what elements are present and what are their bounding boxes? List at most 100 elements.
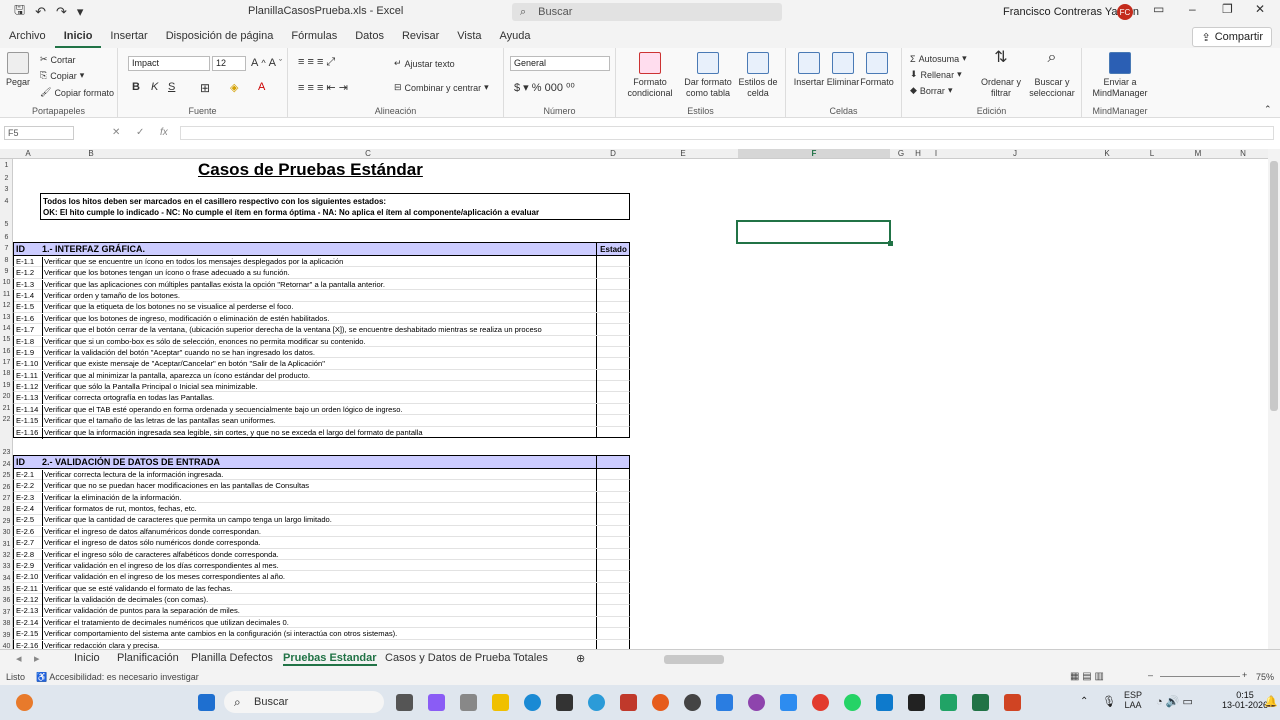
table-row[interactable]: E-2.6 Verificar el ingreso de datos alfan… [13, 525, 630, 538]
worksheet[interactable]: Casos de Pruebas Estándar Todos los hito… [13, 159, 1268, 649]
status-cell[interactable] [596, 381, 630, 393]
table-row[interactable]: E-2.10 Verificar validación en el ingreso… [13, 571, 630, 584]
tray-chevron-icon[interactable]: ⌃ [1080, 696, 1088, 707]
status-cell[interactable] [596, 571, 630, 583]
tab-insertar[interactable]: Insertar [101, 24, 156, 48]
weather-icon[interactable] [16, 694, 33, 711]
row-header[interactable]: 30 [0, 529, 13, 536]
table-row[interactable]: E-1.15 Verificar que el tamaño de las let… [13, 415, 630, 428]
widgets-icon[interactable] [460, 694, 477, 711]
column-header[interactable]: A [23, 149, 33, 158]
undo-icon[interactable]: ↶ [35, 4, 46, 20]
bold-button[interactable]: B [132, 81, 140, 93]
copilot-icon[interactable] [428, 694, 445, 711]
status-cell[interactable] [596, 324, 630, 336]
table-row[interactable]: E-1.11 Verificar que al minimizar la pant… [13, 369, 630, 382]
app-icon[interactable] [940, 694, 957, 711]
status-cell[interactable] [596, 639, 630, 649]
row-header[interactable]: 35 [0, 586, 13, 593]
status-cell[interactable] [596, 537, 630, 549]
fill-color-icon[interactable]: ◈ [230, 81, 238, 94]
tab-inicio[interactable]: Inicio [54, 24, 102, 48]
status-cell[interactable] [596, 514, 630, 526]
status-cell[interactable] [596, 628, 630, 640]
row-header[interactable]: 36 [0, 597, 13, 604]
whatsapp-icon[interactable] [844, 694, 861, 711]
column-header[interactable]: H [913, 149, 923, 158]
row-header[interactable]: 15 [0, 336, 13, 343]
cancel-icon[interactable]: ✕ [112, 127, 120, 138]
start-icon[interactable] [198, 694, 215, 711]
save-icon[interactable]: 🖫 [14, 1, 25, 23]
zoom-in-icon[interactable]: + [1242, 670, 1247, 680]
excel-icon[interactable] [972, 694, 989, 711]
italic-button[interactable]: K [151, 81, 158, 93]
table-row[interactable]: E-1.7 Verificar que el botón cerrar de la… [13, 324, 630, 337]
status-cell[interactable] [596, 392, 630, 404]
status-cell[interactable] [596, 616, 630, 628]
column-header[interactable]: M [1193, 149, 1203, 158]
office-icon[interactable] [620, 694, 637, 711]
status-cell[interactable] [596, 301, 630, 313]
table-row[interactable]: E-1.16 Verificar que la información ingre… [13, 426, 630, 439]
selected-cell[interactable] [736, 220, 891, 244]
row-header[interactable]: 21 [0, 405, 13, 412]
column-header[interactable]: L [1147, 149, 1157, 158]
format-as-table-button[interactable]: Dar formato como tabla [680, 52, 736, 99]
row-header[interactable]: 24 [0, 461, 13, 468]
app-icon[interactable] [652, 694, 669, 711]
horizontal-scroll-thumb[interactable] [664, 655, 724, 664]
clear-button[interactable]: ◆ Borrar ▾ [910, 85, 952, 96]
column-header[interactable]: E [678, 149, 688, 158]
table-row[interactable]: E-1.10 Verificar que existe mensaje de "A… [13, 358, 630, 371]
column-header[interactable]: D [608, 149, 618, 158]
column-header[interactable]: F [738, 149, 890, 158]
row-header[interactable]: 3 [0, 186, 13, 193]
scroll-thumb[interactable] [1270, 161, 1278, 411]
row-header[interactable]: 19 [0, 382, 13, 389]
table-row[interactable]: E-1.13 Verificar correcta ortografía en t… [13, 392, 630, 405]
sort-filter-button[interactable]: ⇅ Ordenar y filtrar [978, 50, 1024, 99]
sheet-tab-pruebas-estandar[interactable]: Pruebas Estandar [283, 652, 377, 666]
row-header[interactable]: 1 [0, 162, 13, 169]
table-row[interactable]: E-2.4 Verificar formatos de rut, montos, … [13, 503, 630, 516]
sheet-tab-inicio[interactable]: Inicio [74, 652, 100, 664]
status-cell[interactable] [596, 582, 630, 594]
status-cell[interactable] [596, 346, 630, 358]
row-header[interactable]: 14 [0, 325, 13, 332]
tab-vista[interactable]: Vista [448, 24, 490, 48]
app-icon[interactable] [716, 694, 733, 711]
status-cell[interactable] [596, 403, 630, 415]
taskbar-search[interactable]: Buscar [224, 691, 384, 713]
delete-cells-button[interactable]: Eliminar [826, 52, 860, 88]
find-select-button[interactable]: ⌕ Buscar y seleccionar [1026, 50, 1078, 99]
status-cell[interactable] [596, 256, 630, 267]
status-cell[interactable] [596, 278, 630, 290]
search-box[interactable]: ⌕ Buscar [512, 3, 782, 21]
mail-icon[interactable] [780, 694, 797, 711]
collapse-ribbon-icon[interactable]: ⌃ [1264, 104, 1272, 115]
row-header[interactable]: 7 [0, 245, 13, 252]
tab-revisar[interactable]: Revisar [393, 24, 448, 48]
function-icon[interactable]: fx [160, 127, 168, 138]
next-sheet-icon[interactable]: ▸ [34, 652, 40, 665]
row-header[interactable]: 26 [0, 484, 13, 491]
edge-icon[interactable] [524, 694, 541, 711]
status-cell[interactable] [596, 480, 630, 492]
status-cell[interactable] [596, 548, 630, 560]
zoom-out-icon[interactable]: – [1148, 670, 1153, 680]
row-header[interactable]: 5 [0, 221, 13, 228]
table-row[interactable]: E-1.2 Verificar que los botones tengan un… [13, 267, 630, 280]
app-icon[interactable] [588, 694, 605, 711]
status-cell[interactable] [596, 312, 630, 324]
table-row[interactable]: E-2.14 Verificar el tratamiento de decima… [13, 616, 630, 629]
insert-cells-button[interactable]: Insertar [792, 52, 826, 88]
sheet-tab-planificación[interactable]: Planificación [117, 652, 179, 664]
row-header[interactable]: 17 [0, 359, 13, 366]
redo-icon[interactable]: ↷ [56, 4, 67, 20]
row-header[interactable]: 2 [0, 175, 13, 182]
table-row[interactable]: E-1.3 Verificar que las aplicaciones con … [13, 278, 630, 291]
maximize-icon[interactable]: ❐ [1222, 2, 1233, 16]
close-icon[interactable]: ✕ [1255, 2, 1265, 16]
vertical-scrollbar[interactable] [1268, 149, 1280, 649]
